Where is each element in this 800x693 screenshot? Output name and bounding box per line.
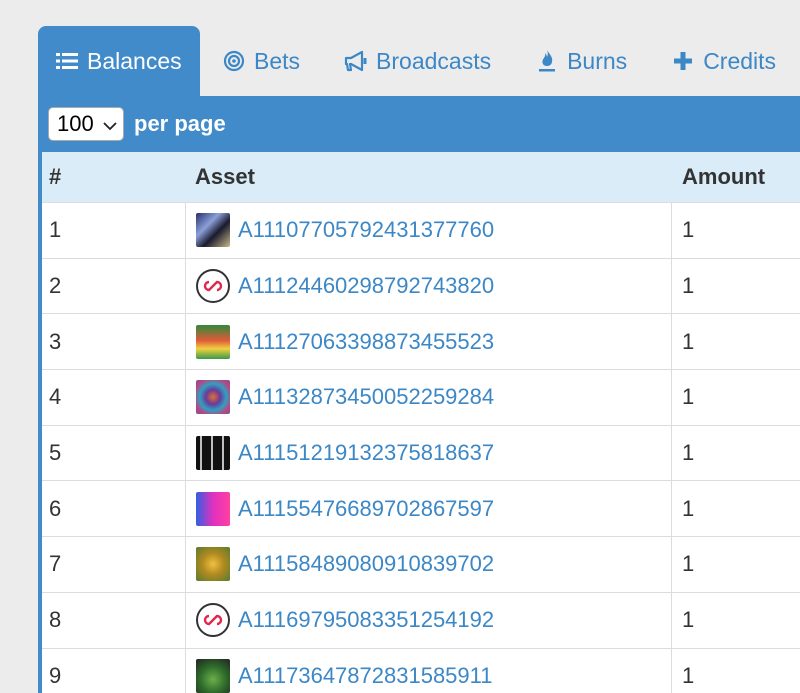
asset-link[interactable]: A11173647872831585911 [238, 663, 492, 689]
tab-balances[interactable]: Balances [38, 26, 200, 96]
asset-cell: A11124460298792743820 [185, 258, 672, 314]
table-row: 8 A11169795083351254192 1 [42, 591, 800, 648]
asset-thumbnail [196, 547, 230, 582]
plus-icon [671, 49, 695, 73]
asset-link[interactable]: A11151219132375818637 [238, 440, 494, 466]
table-row: 5 A11151219132375818637 1 [42, 424, 800, 481]
asset-cell: A11107705792431377760 [185, 203, 672, 258]
asset-link[interactable]: A11155476689702867597 [238, 496, 494, 522]
header-asset: Asset [195, 164, 255, 189]
pagination-bar: 100 per page [38, 96, 800, 152]
row-num: 3 [49, 328, 62, 354]
asset-thumbnail [196, 436, 230, 471]
row-amount: 1 [682, 217, 695, 243]
circle-link-icon [196, 603, 230, 638]
asset-cell: A11169795083351254192 [185, 592, 672, 648]
asset-link[interactable]: A11132873450052259284 [238, 384, 494, 410]
row-num: 4 [49, 384, 62, 410]
asset-link[interactable]: A11127063398873455523 [238, 329, 494, 355]
asset-cell: A11158489080910839702 [185, 537, 672, 592]
row-amount: 1 [682, 384, 695, 410]
asset-thumbnail [196, 324, 230, 359]
asset-cell: A11132873450052259284 [185, 370, 672, 425]
row-num: 1 [49, 217, 62, 243]
table-row: 9 A11173647872831585911 1 [42, 647, 800, 693]
asset-cell: A11127063398873455523 [185, 314, 672, 370]
table-row: 4 A11132873450052259284 1 [42, 369, 800, 425]
row-amount: 1 [682, 440, 695, 466]
header-num: # [49, 164, 62, 189]
table-header: # Asset Amount [42, 152, 800, 202]
row-num: 2 [49, 273, 62, 299]
table-row: 1 A11107705792431377760 1 [42, 202, 800, 258]
row-amount: 1 [682, 273, 695, 299]
tab-label: Balances [87, 47, 182, 74]
chevron-down-icon [103, 111, 117, 137]
row-amount: 1 [682, 495, 695, 521]
bullseye-icon [222, 49, 246, 73]
row-amount: 1 [682, 662, 695, 688]
table-row: 7 A11158489080910839702 1 [42, 536, 800, 592]
tab-credits[interactable]: Credits [649, 26, 798, 96]
row-amount: 1 [682, 607, 695, 633]
tab-label: Bets [254, 47, 301, 74]
asset-cell: A11155476689702867597 [185, 481, 672, 537]
asset-thumbnail [196, 213, 230, 248]
fire-icon [535, 49, 559, 73]
row-num: 6 [49, 495, 62, 521]
list-icon [55, 49, 79, 73]
tab-bar: Balances Bets Broadcasts Burns Credits [38, 26, 800, 96]
tab-bets[interactable]: Bets [200, 26, 322, 96]
asset-thumbnail [196, 380, 230, 415]
bullhorn-icon [344, 49, 368, 73]
asset-link[interactable]: A11124460298792743820 [238, 273, 494, 299]
row-num: 9 [49, 662, 62, 688]
row-num: 7 [49, 551, 62, 577]
page-size-select[interactable]: 100 [48, 107, 124, 141]
row-num: 5 [49, 440, 62, 466]
row-amount: 1 [682, 551, 695, 577]
asset-thumbnail [196, 658, 230, 693]
page-size-value: 100 [57, 111, 94, 136]
tab-burns[interactable]: Burns [513, 26, 649, 96]
row-amount: 1 [682, 328, 695, 354]
tab-label: Broadcasts [376, 47, 492, 74]
asset-cell: A11173647872831585911 [185, 648, 672, 693]
header-amount: Amount [682, 164, 766, 189]
asset-link[interactable]: A11169795083351254192 [238, 607, 494, 633]
per-page-label: per page [134, 111, 226, 136]
circle-link-icon [196, 269, 230, 304]
table-row: 2 A11124460298792743820 1 [42, 257, 800, 314]
row-num: 8 [49, 607, 62, 633]
tab-label: Burns [567, 47, 628, 74]
balances-table: # Asset Amount 1 A11107705792431377760 1… [38, 152, 800, 693]
tab-label: Credits [703, 47, 777, 74]
asset-cell: A11151219132375818637 [185, 425, 672, 481]
tab-broadcasts[interactable]: Broadcasts [322, 26, 513, 96]
asset-link[interactable]: A11158489080910839702 [238, 551, 494, 577]
asset-thumbnail [196, 491, 230, 526]
table-row: 3 A11127063398873455523 1 [42, 313, 800, 370]
table-row: 6 A11155476689702867597 1 [42, 480, 800, 537]
asset-link[interactable]: A11107705792431377760 [238, 217, 494, 243]
